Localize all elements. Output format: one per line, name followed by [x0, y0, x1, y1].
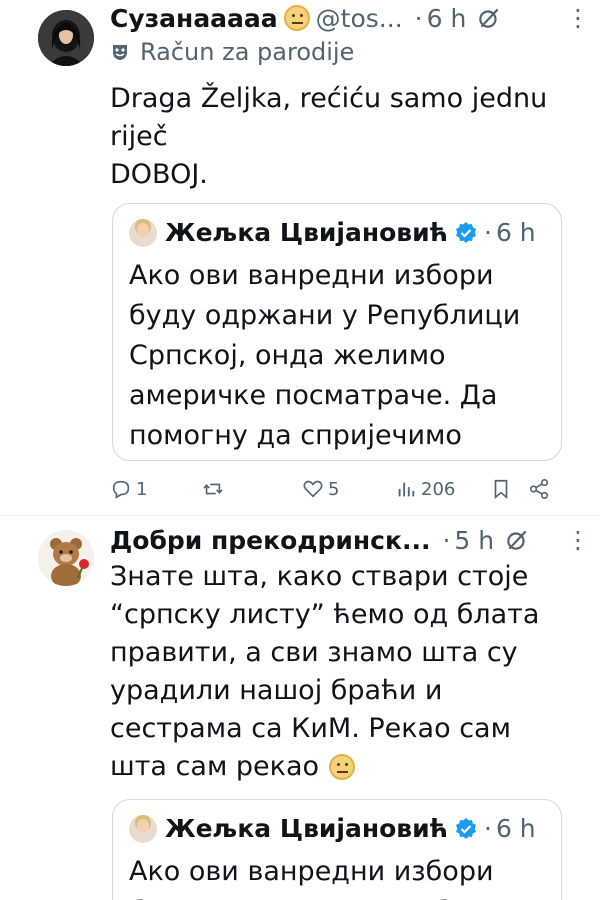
timestamp[interactable]: 5 h: [454, 526, 494, 555]
quoted-text-line: буду одржани у Републици: [129, 892, 547, 900]
smile-emoji-icon: [329, 754, 356, 780]
tweet-text-line: riječ: [110, 121, 168, 152]
verified-badge-icon: [456, 221, 476, 243]
more-icon[interactable]: ⋮: [566, 526, 590, 554]
quoted-text-line: помогну да спријечимо ман...: [129, 420, 462, 451]
quoted-tweet[interactable]: Жељка Цвијановић · 6 h Ако ови ванредни …: [112, 799, 562, 900]
quoted-author: Жељка Цвијановић: [165, 814, 448, 843]
quoted-text-line: буду одржани у Републици: [129, 300, 521, 331]
quoted-author: Жељка Цвијановић: [165, 218, 448, 247]
views-chart-icon: [398, 482, 415, 497]
quoted-avatar: [129, 218, 157, 247]
timestamp[interactable]: 6 h: [427, 4, 467, 33]
quoted-text-line: Српској, онда желимо: [129, 340, 446, 371]
handle[interactable]: @tos...: [316, 4, 403, 33]
reply-icon: [112, 480, 130, 499]
avatar[interactable]: [38, 530, 94, 586]
views-button[interactable]: 206: [395, 478, 455, 500]
tweet-text-line: Draga Željka, rećiću samo jednu: [110, 83, 548, 114]
display-name[interactable]: Добри прекодринск...: [110, 526, 430, 555]
quoted-text-line: Ако ови ванредни избори: [129, 856, 494, 887]
reply-count: 1: [136, 478, 148, 500]
separator: ·: [484, 218, 492, 247]
avatar[interactable]: [38, 10, 94, 66]
quoted-timestamp: 6 h: [495, 218, 536, 247]
tweet-text-line: “српску листу” ћемо од блата: [110, 599, 540, 630]
verified-badge-icon: [456, 817, 476, 839]
parody-label: Račun za parodije: [110, 38, 354, 66]
retweet-button[interactable]: [202, 478, 228, 500]
quoted-tweet[interactable]: Жељка Цвијановић · 6 h Ако ови ванредни …: [112, 203, 562, 461]
tweet-text-line: правити, а сви знамо шта су: [110, 637, 518, 668]
separator: ·: [414, 3, 423, 33]
reply-button[interactable]: 1: [110, 478, 147, 500]
like-button[interactable]: 5: [302, 478, 339, 500]
tweet-text: Draga Željka, rećiću samo jednu riječ DO…: [110, 80, 570, 194]
tweet-text-line: сестрама са КиМ. Рекао сам: [110, 713, 511, 744]
tweet-text-line: DOBOJ.: [110, 159, 208, 190]
like-count: 5: [328, 478, 340, 500]
smile-emoji-icon: [283, 5, 310, 31]
bookmark-icon: [494, 479, 508, 500]
tweet-text-line: Знате шта, како ствари стоје: [110, 561, 529, 592]
share-button[interactable]: [528, 478, 554, 500]
quoted-text-line: Ако ови ванредни избори: [129, 260, 494, 291]
tweet-1[interactable]: Сузанааааа @tos... · 6 h ⋮ Račun za paro…: [0, 0, 600, 515]
tweet-text: Знате шта, како ствари стоје “српску лис…: [110, 558, 570, 786]
quoted-timestamp: 6 h: [495, 814, 536, 843]
retweet-icon: [203, 483, 223, 495]
display-name[interactable]: Сузанааааа: [110, 4, 278, 33]
action-bar: 1 5 206: [110, 474, 590, 504]
view-count: 206: [421, 478, 456, 500]
quoted-text: Ако ови ванредни избори буду одржани у Р…: [129, 256, 547, 460]
bookmark-button[interactable]: [490, 478, 516, 500]
separator: ·: [442, 525, 451, 555]
tweet-text-line: урадили нашој браћи и: [110, 675, 443, 706]
parody-label-text: Račun za parodije: [140, 38, 355, 66]
quoted-avatar: [129, 814, 157, 843]
tweet-2[interactable]: Добри прекодринск... · 5 h ⋮ Знате шта, …: [0, 516, 600, 900]
heart-icon: [303, 480, 323, 498]
quoted-text-line: америчке посматраче. Да: [129, 380, 498, 411]
quoted-text: Ако ови ванредни избори буду одржани у Р…: [129, 852, 547, 900]
theater-mask-icon: [113, 45, 127, 60]
more-icon[interactable]: ⋮: [566, 4, 590, 32]
tweet-text-line: шта сам рекао: [110, 751, 320, 782]
grok-icon[interactable]: [504, 527, 530, 553]
separator: ·: [484, 814, 492, 843]
grok-icon[interactable]: [476, 5, 502, 31]
share-icon: [529, 479, 549, 499]
